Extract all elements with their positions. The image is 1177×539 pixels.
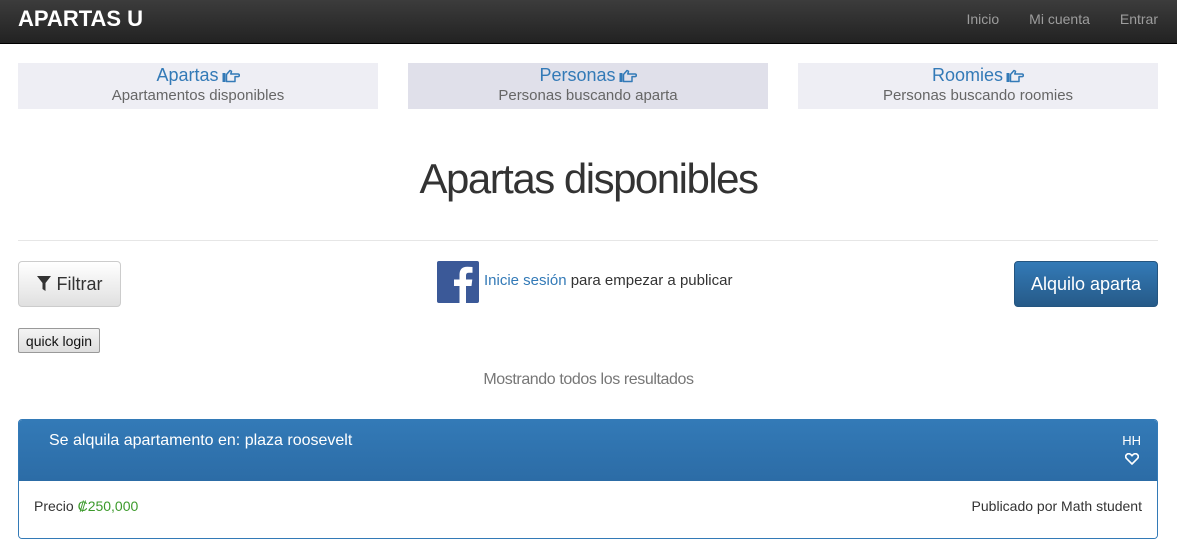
listing-author: Publicado por Math student (971, 498, 1142, 514)
hand-pointing-right-icon (222, 69, 240, 83)
category-tab-apartas[interactable]: Apartas Apartamentos disponibles (18, 63, 378, 109)
category-title[interactable]: Roomies (932, 65, 1003, 85)
price-value: ₡250,000 (77, 498, 139, 514)
brand-logo[interactable]: APARTAS U (18, 6, 143, 32)
filter-icon (36, 276, 51, 291)
nav-link-inicio[interactable]: Inicio (966, 11, 999, 27)
login-link[interactable]: Inicie sesión (484, 272, 567, 289)
category-tab-roomies[interactable]: Roomies Personas buscando roomies (798, 63, 1158, 109)
listing-user: HH (1122, 433, 1141, 465)
login-prompt-text: para empezar a publicar (566, 272, 733, 289)
user-initials: HH (1122, 433, 1141, 448)
category-subtitle: Personas buscando aparta (498, 87, 678, 104)
nav-links: Inicio Mi cuenta Entrar (966, 11, 1158, 27)
hand-pointing-right-icon (1006, 69, 1025, 83)
facebook-icon[interactable] (437, 261, 479, 303)
listing-price: Precio ₡250,000 (34, 498, 138, 514)
category-title[interactable]: Apartas (156, 65, 218, 85)
publish-apartment-button[interactable]: Alquilo aparta (1014, 261, 1158, 307)
filter-button[interactable]: Filtrar (18, 261, 121, 307)
publish-button-label: Alquilo aparta (1030, 273, 1142, 294)
nav-link-mi-cuenta[interactable]: Mi cuenta (1029, 11, 1090, 27)
price-label: Precio (34, 498, 78, 514)
navbar: APARTAS U Inicio Mi cuenta Entrar (0, 0, 1177, 44)
divider (18, 240, 1158, 241)
listing-card[interactable]: Se alquila apartamento en: plaza rooseve… (18, 419, 1158, 539)
heart-outline-icon[interactable] (1124, 453, 1139, 465)
category-subtitle: Apartamentos disponibles (111, 87, 285, 104)
listing-header: Se alquila apartamento en: plaza rooseve… (19, 420, 1157, 481)
category-title[interactable]: Personas (539, 65, 615, 85)
nav-link-entrar[interactable]: Entrar (1120, 11, 1158, 27)
page-title: Apartas disponibles (419, 155, 759, 202)
filter-button-label: Filtrar (56, 273, 103, 294)
hand-pointing-right-icon (619, 69, 637, 83)
results-status: Mostrando todos los resultados (483, 371, 694, 388)
quick-login-button[interactable]: quick login (18, 328, 100, 353)
listing-body: Precio ₡250,000 Publicado por Math stude… (19, 481, 1157, 538)
listing-title[interactable]: Se alquila apartamento en: plaza rooseve… (49, 432, 352, 450)
login-prompt: Inicie sesión para empezar a publicar (484, 272, 732, 289)
category-subtitle: Personas buscando roomies (882, 87, 1074, 104)
category-tab-personas[interactable]: Personas Personas buscando aparta (408, 63, 768, 109)
